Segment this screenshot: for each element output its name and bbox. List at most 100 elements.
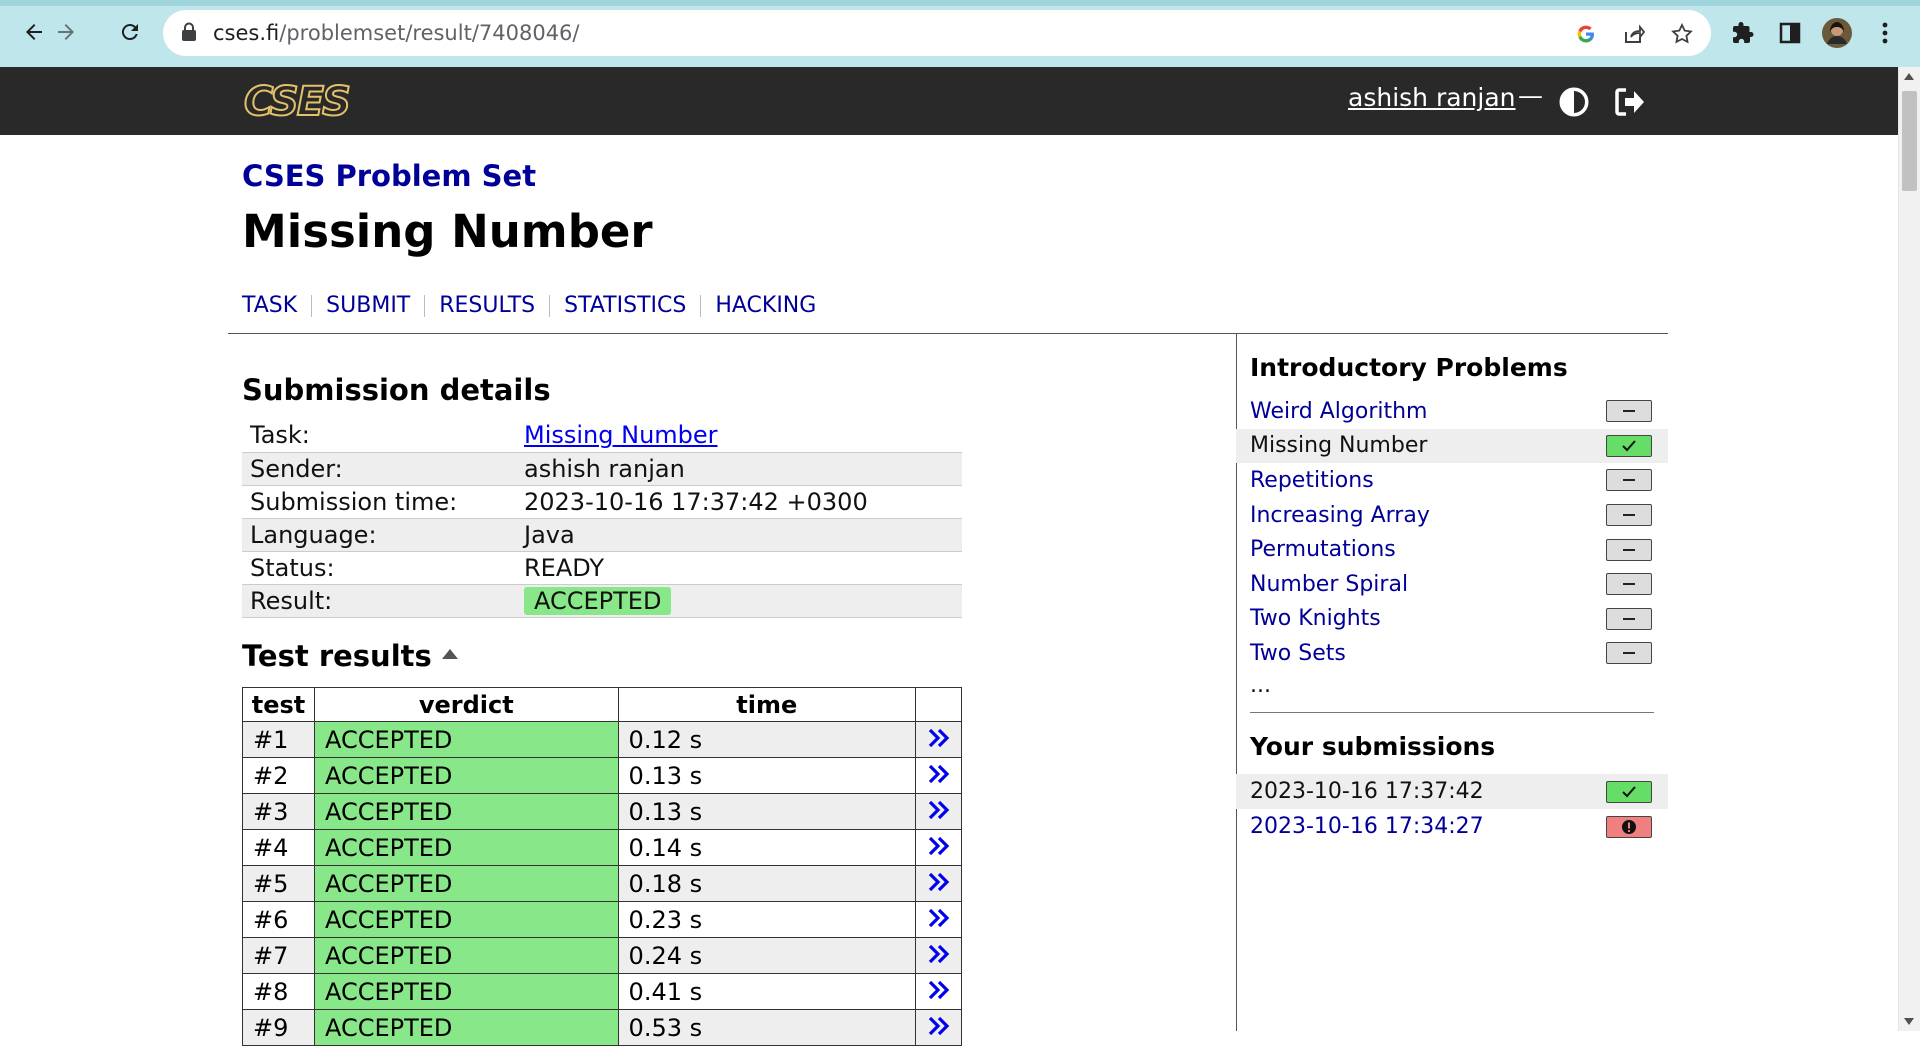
cses-logo[interactable]: CSES <box>242 78 378 126</box>
address-bar[interactable]: cses.fi/problemset/result/7408046/ <box>163 10 1711 56</box>
view-test-link[interactable] <box>915 973 962 1010</box>
dash-icon <box>1606 642 1652 665</box>
view-test-link[interactable] <box>915 937 962 974</box>
double-chevron-right-icon[interactable] <box>928 978 950 1006</box>
table-row: #1 ACCEPTED 0.12 s <box>242 721 962 758</box>
detail-key: Result: <box>250 586 333 615</box>
scroll-thumb[interactable] <box>1902 91 1917 191</box>
scroll-down-arrow-icon[interactable] <box>1904 1018 1914 1025</box>
problem-item[interactable]: Permutations <box>1236 532 1668 567</box>
more-vert-icon[interactable] <box>1870 18 1900 48</box>
problem-name[interactable]: Repetitions <box>1250 468 1374 493</box>
test-verdict: ACCEPTED <box>313 937 619 974</box>
problem-item[interactable]: Repetitions <box>1236 463 1668 498</box>
collapse-triangle-icon[interactable] <box>441 649 458 659</box>
task-link[interactable]: Missing Number <box>524 421 718 449</box>
double-chevron-right-icon[interactable] <box>928 834 950 862</box>
page-content: CSES Problem Set Missing Number TASK SUB… <box>0 135 1898 1046</box>
dash-icon <box>1606 469 1652 492</box>
logout-icon[interactable] <box>1614 87 1646 117</box>
test-time: 0.18 s <box>617 865 917 902</box>
double-chevron-right-icon[interactable] <box>928 1014 950 1042</box>
tab-task[interactable]: TASK <box>242 295 313 317</box>
header-separator: — <box>1518 81 1543 110</box>
column-header-verdict: verdict <box>313 687 619 722</box>
sidebar-separator <box>1250 712 1654 713</box>
double-chevron-right-icon[interactable] <box>928 906 950 934</box>
view-test-link[interactable] <box>915 1009 962 1046</box>
svg-text:CSES: CSES <box>244 81 349 121</box>
table-row: Result: ACCEPTED <box>242 584 962 617</box>
submission-time[interactable]: 2023-10-16 17:34:27 <box>1250 814 1484 839</box>
double-chevron-right-icon[interactable] <box>928 726 950 754</box>
scroll-up-arrow-icon[interactable] <box>1904 73 1914 80</box>
tab-submit[interactable]: SUBMIT <box>312 295 426 317</box>
detail-key: Submission time: <box>250 487 458 516</box>
view-test-link[interactable] <box>915 865 962 902</box>
submission-details-table: Task: Missing Number Sender: ashish ranj… <box>242 419 962 618</box>
view-test-link[interactable] <box>915 721 962 758</box>
test-verdict: ACCEPTED <box>313 973 619 1010</box>
problem-name[interactable]: Weird Algorithm <box>1250 399 1427 424</box>
lock-icon[interactable] <box>181 22 197 42</box>
test-verdict: ACCEPTED <box>313 757 619 794</box>
test-verdict: ACCEPTED <box>313 793 619 830</box>
submission-list: 2023-10-16 17:37:42 2023-10-16 17:34:27 <box>1236 774 1668 844</box>
submission-time[interactable]: 2023-10-16 17:37:42 <box>1250 779 1484 804</box>
browser-toolbar: cses.fi/problemset/result/7408046/ <box>0 0 1920 67</box>
contrast-icon[interactable] <box>1558 86 1590 118</box>
problem-item[interactable]: Two Knights <box>1236 602 1668 637</box>
detail-key: Language: <box>250 520 377 549</box>
share-icon[interactable] <box>1621 21 1647 47</box>
forward-arrow-icon[interactable] <box>50 16 82 48</box>
problem-name[interactable]: Permutations <box>1250 537 1396 562</box>
test-results-table: test verdict time #1 ACCEPTED 0.12 s #2 ACCE… <box>242 687 962 1046</box>
back-arrow-icon[interactable] <box>18 16 50 48</box>
view-test-link[interactable] <box>915 793 962 830</box>
problem-item[interactable]: Weird Algorithm <box>1236 394 1668 429</box>
view-test-link[interactable] <box>915 829 962 866</box>
problem-item[interactable]: Missing Number <box>1236 428 1668 464</box>
detail-key: Sender: <box>250 454 343 483</box>
extensions-icon[interactable] <box>1728 18 1758 48</box>
double-chevron-right-icon[interactable] <box>928 762 950 790</box>
problem-name[interactable]: Two Knights <box>1250 606 1381 631</box>
view-test-link[interactable] <box>915 757 962 794</box>
view-test-link[interactable] <box>915 901 962 938</box>
problem-item[interactable]: Two Sets <box>1236 636 1668 671</box>
table-row: Sender: ashish ranjan <box>242 452 962 485</box>
page-scrollbar[interactable] <box>1898 67 1920 1031</box>
url-text: cses.fi/problemset/result/7408046/ <box>213 21 580 45</box>
reload-icon[interactable] <box>114 16 146 48</box>
submission-item[interactable]: 2023-10-16 17:37:42 <box>1236 774 1668 809</box>
test-verdict: ACCEPTED <box>313 721 619 758</box>
side-panel-icon[interactable] <box>1775 18 1805 48</box>
star-icon[interactable] <box>1669 21 1695 47</box>
tab-statistics[interactable]: STATISTICS <box>550 295 702 317</box>
double-chevron-right-icon[interactable] <box>928 798 950 826</box>
test-time: 0.13 s <box>617 757 917 794</box>
problem-item[interactable]: Increasing Array <box>1236 498 1668 533</box>
problem-name[interactable]: Increasing Array <box>1250 503 1430 528</box>
detail-value: ACCEPTED <box>516 584 962 617</box>
submission-item[interactable]: 2023-10-16 17:34:27 <box>1236 809 1668 844</box>
avatar[interactable] <box>1822 18 1852 48</box>
check-icon <box>1606 780 1652 803</box>
problem-name[interactable]: Number Spiral <box>1250 572 1408 597</box>
problem-item[interactable]: Number Spiral <box>1236 567 1668 602</box>
test-results-heading[interactable]: Test results <box>242 639 458 673</box>
test-verdict: ACCEPTED <box>313 1009 619 1046</box>
tab-results[interactable]: RESULTS <box>425 295 551 317</box>
tab-hacking[interactable]: HACKING <box>701 295 830 317</box>
submission-details-heading: Submission details <box>242 373 551 407</box>
problem-name[interactable]: Two Sets <box>1250 641 1346 666</box>
user-link[interactable]: ashish ranjan <box>1348 83 1516 112</box>
double-chevron-right-icon[interactable] <box>928 870 950 898</box>
problem-name[interactable]: Missing Number <box>1250 433 1427 458</box>
double-chevron-right-icon[interactable] <box>928 942 950 970</box>
test-number: #6 <box>242 901 315 938</box>
problem-set-title[interactable]: CSES Problem Set <box>242 159 536 193</box>
test-number: #3 <box>242 793 315 830</box>
detail-value: Missing Number <box>516 419 962 452</box>
google-icon[interactable] <box>1573 21 1599 47</box>
